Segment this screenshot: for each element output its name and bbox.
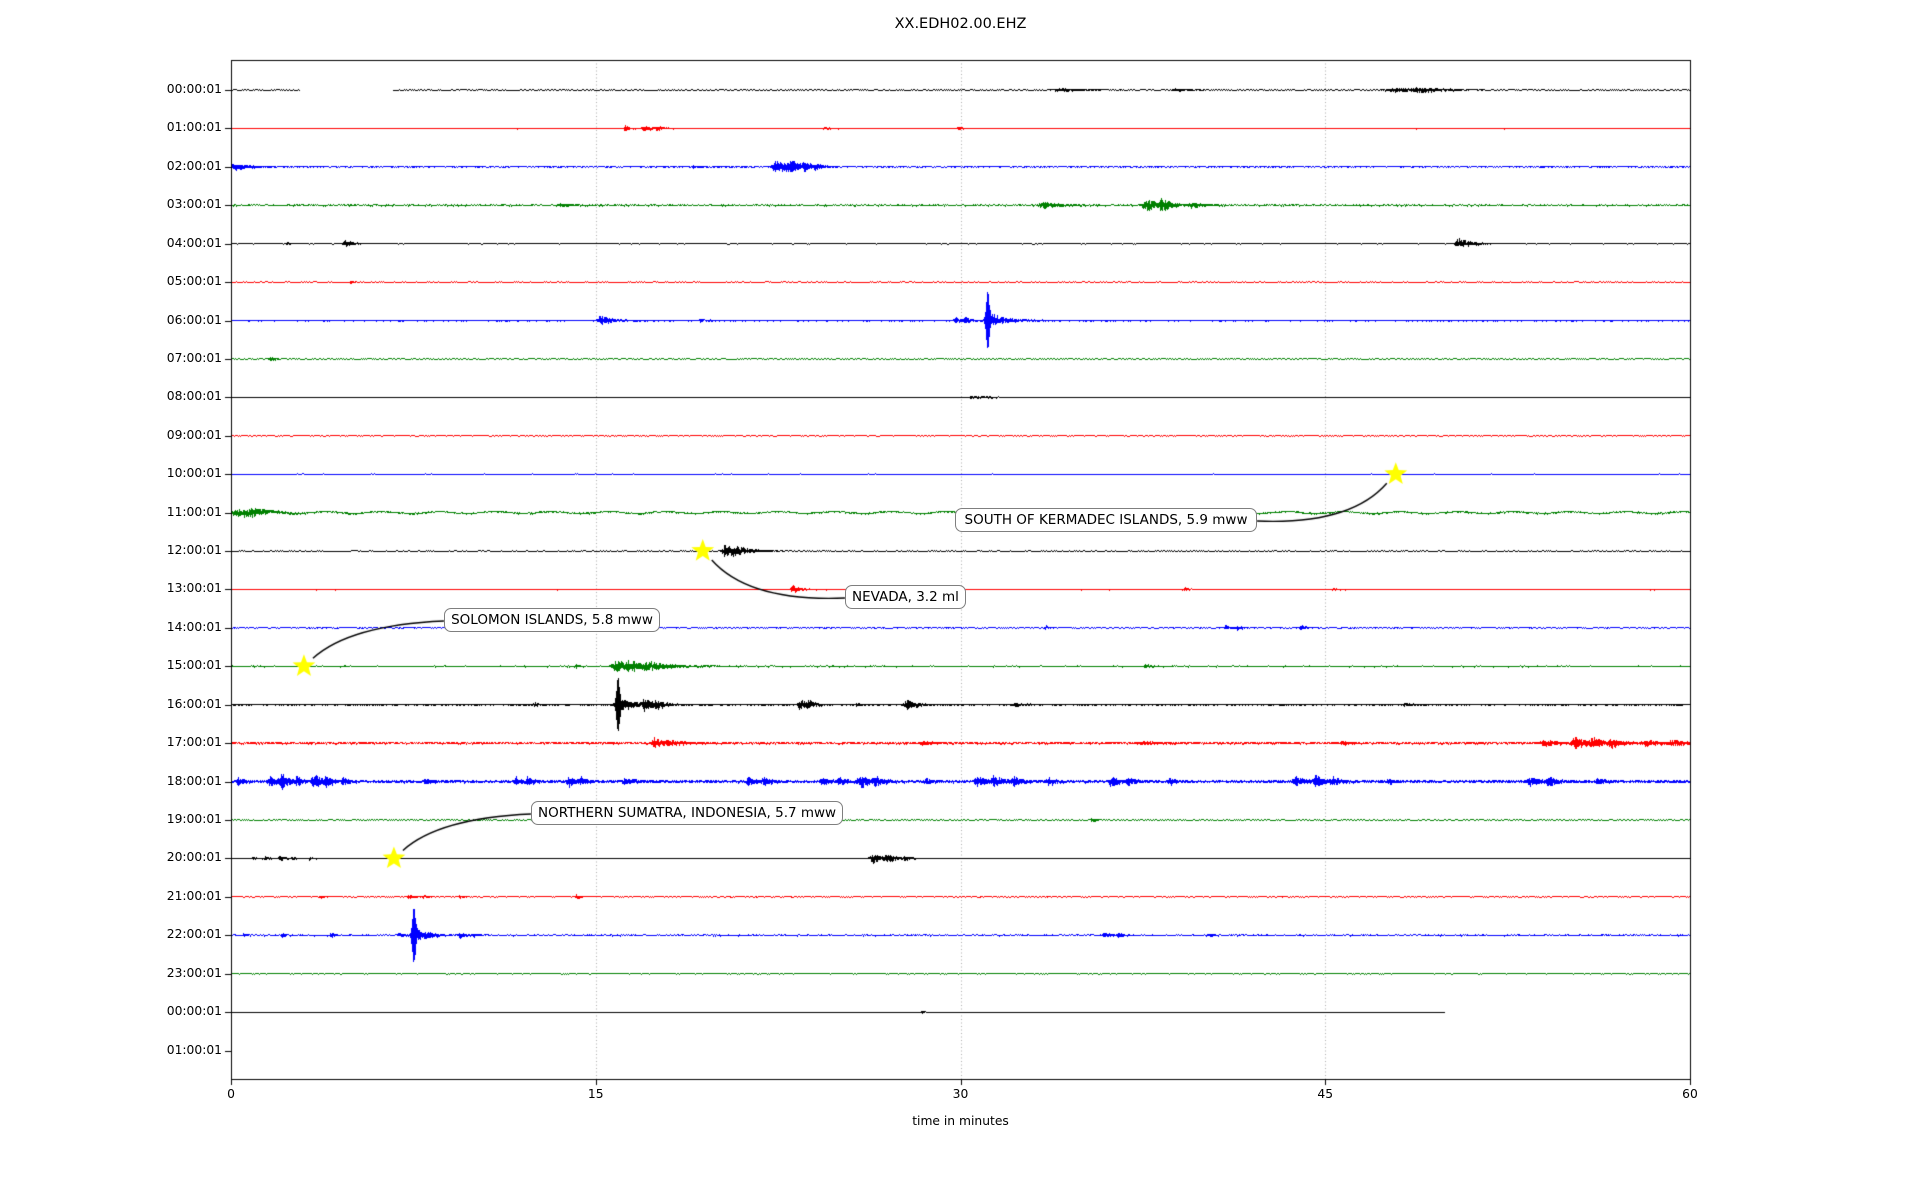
event-annotation-solomon: SOLOMON ISLANDS, 5.8 mww [444,608,660,632]
event-annotation-nevada: NEVADA, 3.2 ml [845,585,966,609]
helicorder-page: XX.EDH02.00.EHZ 00:00:0101:00:0102:00:01… [0,0,1920,1200]
x-axis-title: time in minutes [912,1114,1009,1128]
event-annotation-sumatra: NORTHERN SUMATRA, INDONESIA, 5.7 mww [531,801,844,825]
event-annotation-kermadec: SOUTH OF KERMADEC ISLANDS, 5.9 mww [955,508,1257,532]
